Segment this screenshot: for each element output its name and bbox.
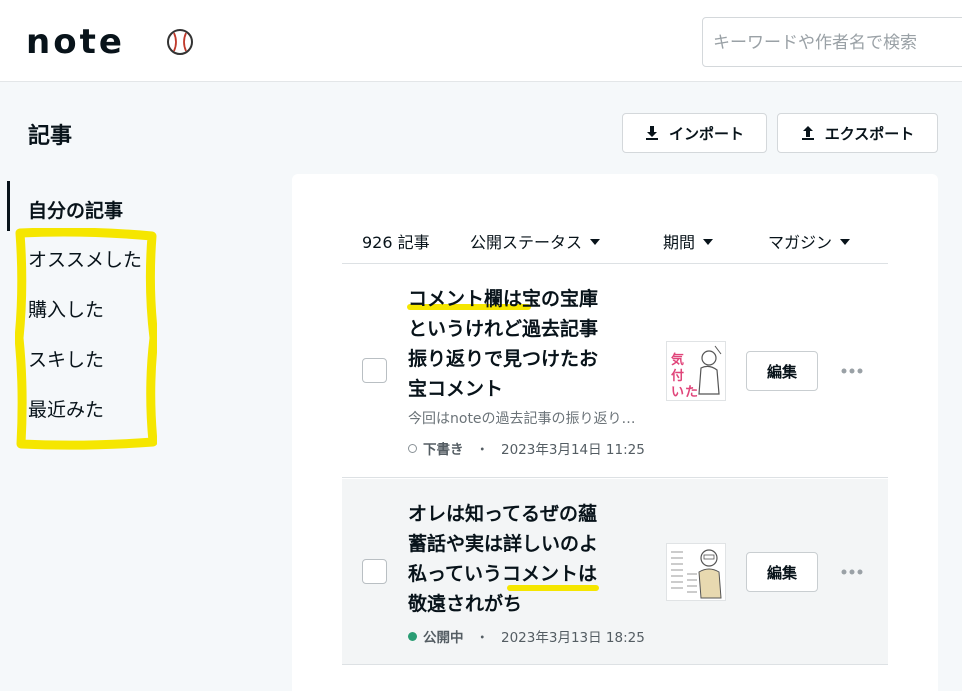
status-filter-dropdown[interactable]: 公開ステータス — [470, 229, 601, 253]
caret-down-icon — [703, 239, 714, 245]
article-title-line: 私っていうコメントは — [408, 563, 598, 585]
article-count: 926 記事 — [362, 233, 430, 252]
meta-separator: ・ — [475, 630, 490, 646]
article-thumbnail — [666, 543, 726, 601]
draft-status-icon — [408, 443, 417, 453]
article-title-line: 宝コメント — [408, 378, 504, 400]
article-title-line: 蓄話や実は詳しいのよ — [408, 533, 599, 555]
article-title-line: 振り返りで見つけたお — [408, 348, 599, 370]
sidebar-active-indicator — [7, 181, 10, 231]
article-excerpt: 今回はnoteの過去記事の振り返り… — [408, 411, 636, 427]
caret-down-icon — [590, 239, 601, 245]
import-button[interactable]: インポート — [622, 113, 767, 153]
article-checkbox[interactable] — [362, 559, 387, 584]
magazine-filter-label: マガジン — [768, 233, 833, 252]
period-filter-dropdown[interactable]: 期間 — [663, 229, 714, 253]
page-title: 記事 — [28, 124, 73, 149]
edit-button[interactable]: 編集 — [746, 552, 818, 592]
search-input[interactable] — [713, 31, 962, 55]
more-options-icon[interactable] — [840, 367, 864, 375]
import-label: インポート — [668, 124, 744, 143]
status-filter-label: 公開ステータス — [470, 233, 583, 252]
top-header: note — [0, 0, 962, 82]
article-title-line: 敬遠されがち — [408, 593, 523, 615]
article-title[interactable]: コメント欄は宝の宝庫 というけれど過去記事 振り返りで見つけたお 宝コメント — [408, 284, 640, 404]
upload-icon — [801, 126, 814, 140]
sidebar-item-my-articles[interactable]: 自分の記事 — [28, 196, 123, 223]
article-title-line: コメント欄は宝の宝庫 — [408, 288, 599, 310]
article-status: 公開中 — [423, 630, 464, 646]
caret-down-icon — [840, 239, 851, 245]
thumbnail-image: 気 付 い た — [667, 342, 725, 400]
export-button[interactable]: エクスポート — [777, 113, 938, 153]
svg-text:付: 付 — [671, 368, 684, 384]
article-title-line: というけれど過去記事 — [408, 318, 599, 340]
magazine-filter-dropdown[interactable]: マガジン — [768, 229, 851, 253]
article-checkbox[interactable] — [362, 358, 387, 383]
download-icon — [645, 126, 658, 140]
yellow-highlight-annotation — [15, 228, 157, 450]
article-date: 2023年3月14日 11:25 — [501, 442, 645, 458]
export-label: エクスポート — [824, 124, 915, 143]
article-meta: 下書き ・ 2023年3月14日 11:25 — [408, 438, 645, 458]
thumbnail-image — [667, 544, 725, 600]
svg-text:い: い — [671, 385, 684, 400]
more-options-icon[interactable] — [840, 568, 864, 576]
svg-text:た: た — [685, 385, 698, 400]
article-date: 2023年3月13日 18:25 — [501, 630, 645, 646]
svg-text:気: 気 — [671, 352, 684, 368]
article-thumbnail: 気 付 い た — [666, 341, 726, 401]
period-filter-label: 期間 — [663, 233, 696, 252]
search-box[interactable] — [702, 17, 962, 67]
article-meta: 公開中 ・ 2023年3月13日 18:25 — [408, 626, 645, 646]
article-title-line: オレは知ってるぜの蘊 — [408, 503, 598, 525]
note-logo[interactable]: note — [26, 24, 125, 60]
article-title[interactable]: オレは知ってるぜの蘊 蓄話や実は詳しいのよ 私っていうコメントは 敬遠されがち — [408, 499, 640, 619]
baseball-icon — [167, 29, 193, 55]
edit-button[interactable]: 編集 — [746, 351, 818, 391]
article-status: 下書き — [423, 442, 464, 458]
meta-separator: ・ — [475, 442, 490, 458]
published-status-icon — [408, 631, 417, 641]
